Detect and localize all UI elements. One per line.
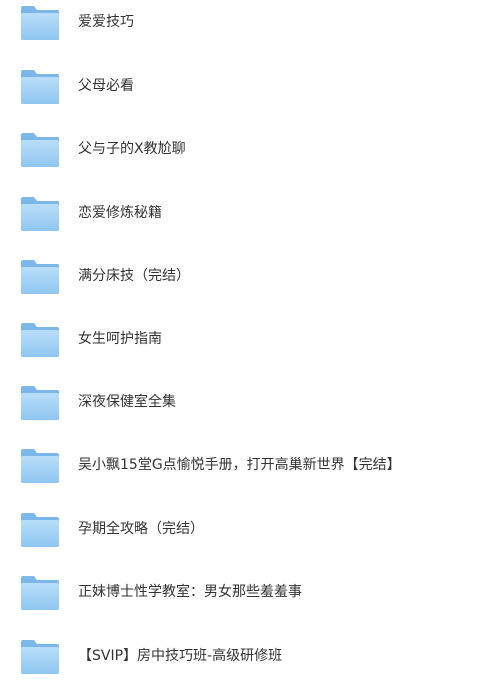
folder-name: 正妹博士性学教室：男女那些羞羞事 xyxy=(78,584,302,600)
folder-icon xyxy=(20,572,60,612)
folder-list: 爱爱技巧 父母必看 父与子的X教尬聊 恋爱修炼秘籍 满分床技（完结） 女生呵护指… xyxy=(0,0,501,692)
folder-name: 孕期全攻略（完结） xyxy=(78,521,204,537)
folder-item[interactable]: 满分床技（完结） xyxy=(0,256,501,300)
folder-item[interactable]: 恋爱修炼秘籍 xyxy=(0,193,501,237)
folder-item[interactable]: 【SVIP】房中技巧班-高级研修班 xyxy=(0,636,501,680)
folder-icon xyxy=(20,129,60,169)
folder-item[interactable]: 吴小飘15堂G点愉悦手册，打开高巢新世界【完结】 xyxy=(0,445,501,489)
folder-name: 父母必看 xyxy=(78,78,134,94)
folder-name: 父与子的X教尬聊 xyxy=(78,141,186,157)
folder-item[interactable]: 正妹博士性学教室：男女那些羞羞事 xyxy=(0,572,501,616)
folder-item[interactable]: 女生呵护指南 xyxy=(0,319,501,363)
folder-icon xyxy=(20,382,60,422)
folder-icon xyxy=(20,509,60,549)
folder-icon xyxy=(20,193,60,233)
folder-item[interactable]: 父母必看 xyxy=(0,66,501,110)
folder-name: 吴小飘15堂G点愉悦手册，打开高巢新世界【完结】 xyxy=(78,457,401,473)
folder-icon xyxy=(20,66,60,106)
folder-icon xyxy=(20,445,60,485)
folder-icon xyxy=(20,636,60,676)
folder-icon xyxy=(20,319,60,359)
folder-item[interactable]: 孕期全攻略（完结） xyxy=(0,509,501,553)
folder-name: 爱爱技巧 xyxy=(78,14,134,30)
folder-item[interactable]: 父与子的X教尬聊 xyxy=(0,129,501,173)
folder-icon xyxy=(20,256,60,296)
folder-name: 恋爱修炼秘籍 xyxy=(78,205,162,221)
folder-icon xyxy=(20,2,60,42)
folder-item[interactable]: 爱爱技巧 xyxy=(0,2,501,46)
folder-name: 满分床技（完结） xyxy=(78,268,190,284)
folder-name: 【SVIP】房中技巧班-高级研修班 xyxy=(78,648,283,664)
folder-name: 女生呵护指南 xyxy=(78,331,162,347)
folder-item[interactable]: 深夜保健室全集 xyxy=(0,382,501,426)
folder-name: 深夜保健室全集 xyxy=(78,394,176,410)
